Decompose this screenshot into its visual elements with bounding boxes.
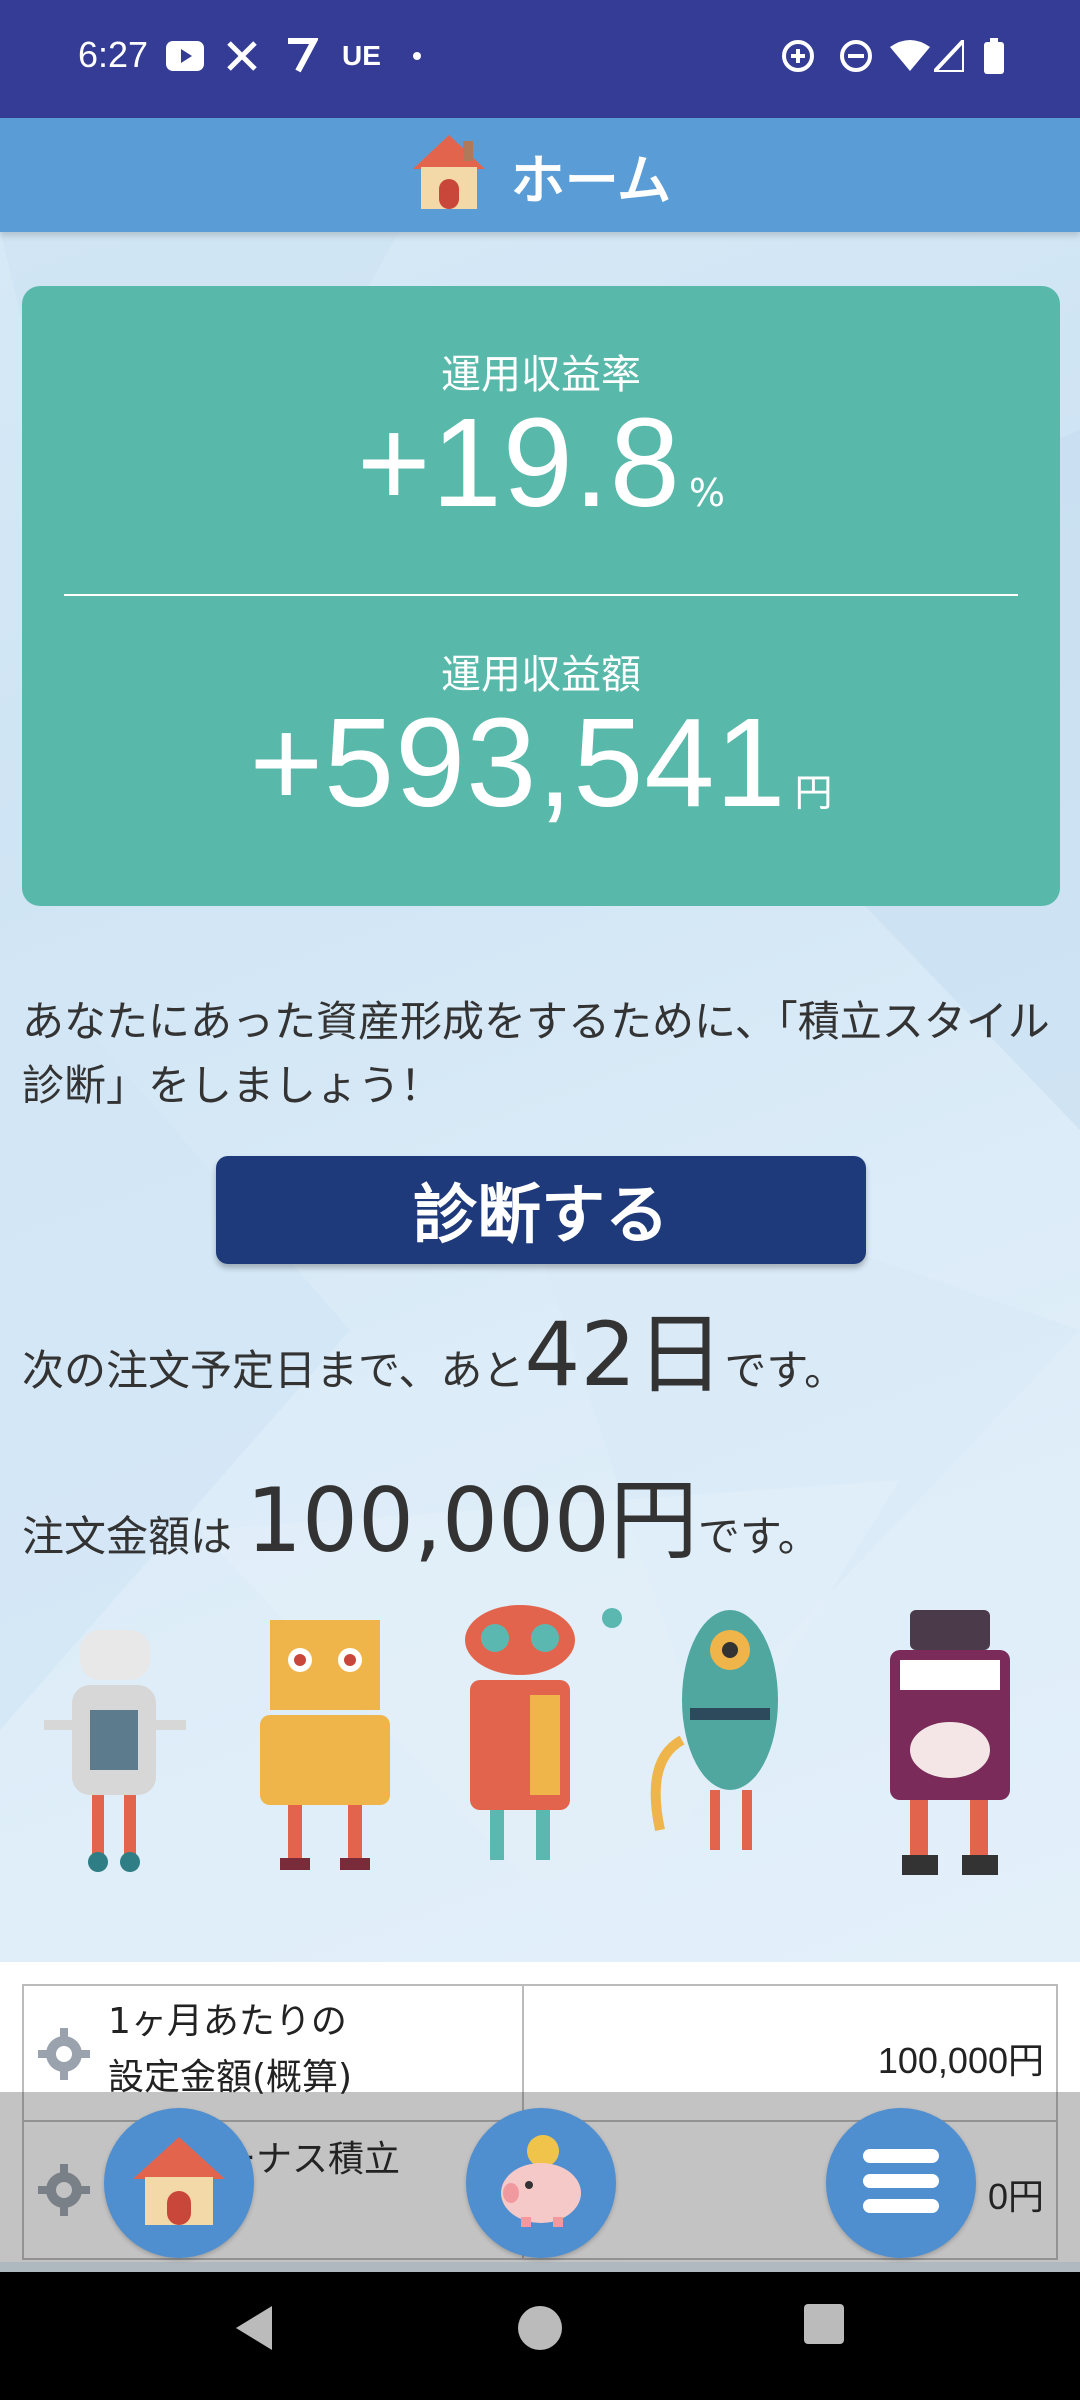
rate-unit: %: [688, 471, 725, 515]
back-icon[interactable]: [232, 2302, 276, 2358]
house-icon: [129, 2133, 229, 2233]
recents-icon[interactable]: [802, 2302, 846, 2350]
wifi-icon: [890, 36, 930, 76]
house-icon: [409, 131, 489, 219]
youtube-icon: [166, 36, 204, 76]
amount-row: +593,541 円: [22, 690, 1060, 835]
home-nav-icon[interactable]: [514, 2302, 566, 2358]
order-day-suffix: です。: [724, 1346, 847, 1395]
robot-red-icon: [465, 1605, 622, 1860]
robot-purple-icon: [890, 1610, 1010, 1875]
dnd-icon: [838, 36, 874, 76]
order-amount-prefix: 注文金額は: [22, 1512, 233, 1561]
next-order-line: 次の注文予定日まで、あと 42日 です。: [22, 1284, 846, 1411]
robots-illustration: [44, 1605, 1010, 1875]
home-button[interactable]: [104, 2108, 254, 2258]
app-header: ホーム: [0, 118, 1080, 232]
row-value: 100,000円: [877, 2040, 1044, 2081]
data-saver-icon: [780, 36, 816, 76]
robot-teal-icon: [650, 1610, 778, 1850]
rate-row: +19.8 %: [22, 390, 1060, 535]
piggy-bank-icon: [491, 2131, 591, 2235]
ue-icon: UE: [342, 40, 381, 71]
order-amount-value: 100,000円: [246, 1469, 698, 1572]
battery-icon: [984, 36, 1004, 76]
7now-icon: [284, 36, 318, 76]
order-day-count: 42日: [524, 1303, 725, 1406]
robot-white-icon: [44, 1630, 186, 1872]
gear-icon: [36, 2026, 92, 2086]
card-divider: [64, 594, 1018, 596]
order-day-prefix: 次の注文予定日まで、あと: [22, 1346, 525, 1395]
x-icon: [226, 36, 258, 76]
menu-icon: [859, 2141, 943, 2225]
diagnosis-message: あなたにあった資産形成をするために、「積立スタイル診断」をしましょう！: [22, 997, 1050, 1110]
robot-yellow-icon: [260, 1620, 390, 1870]
rate-value: +19.8: [357, 392, 681, 533]
piggy-bank-button[interactable]: [466, 2108, 616, 2258]
page-title: ホーム: [510, 148, 672, 212]
status-bar: 6:27 UE: [0, 0, 1080, 118]
diagnose-button[interactable]: 診断する: [216, 1156, 866, 1264]
order-amount-suffix: です。: [697, 1512, 820, 1561]
menu-button[interactable]: [826, 2108, 976, 2258]
order-amount-line: 注文金額は 100,000円 です。: [22, 1450, 820, 1577]
summary-card: 運用収益率 +19.8 % 運用収益額 +593,541 円: [22, 286, 1060, 906]
amount-value: +593,541: [249, 692, 787, 833]
clock: 6:27: [78, 34, 149, 75]
signal-icon: [934, 36, 964, 76]
amount-unit: 円: [794, 771, 833, 815]
row-label-line1: 1ヶ月あたりの: [108, 2001, 347, 2042]
system-nav-bar: [0, 2272, 1080, 2400]
dot-icon: [412, 36, 422, 76]
